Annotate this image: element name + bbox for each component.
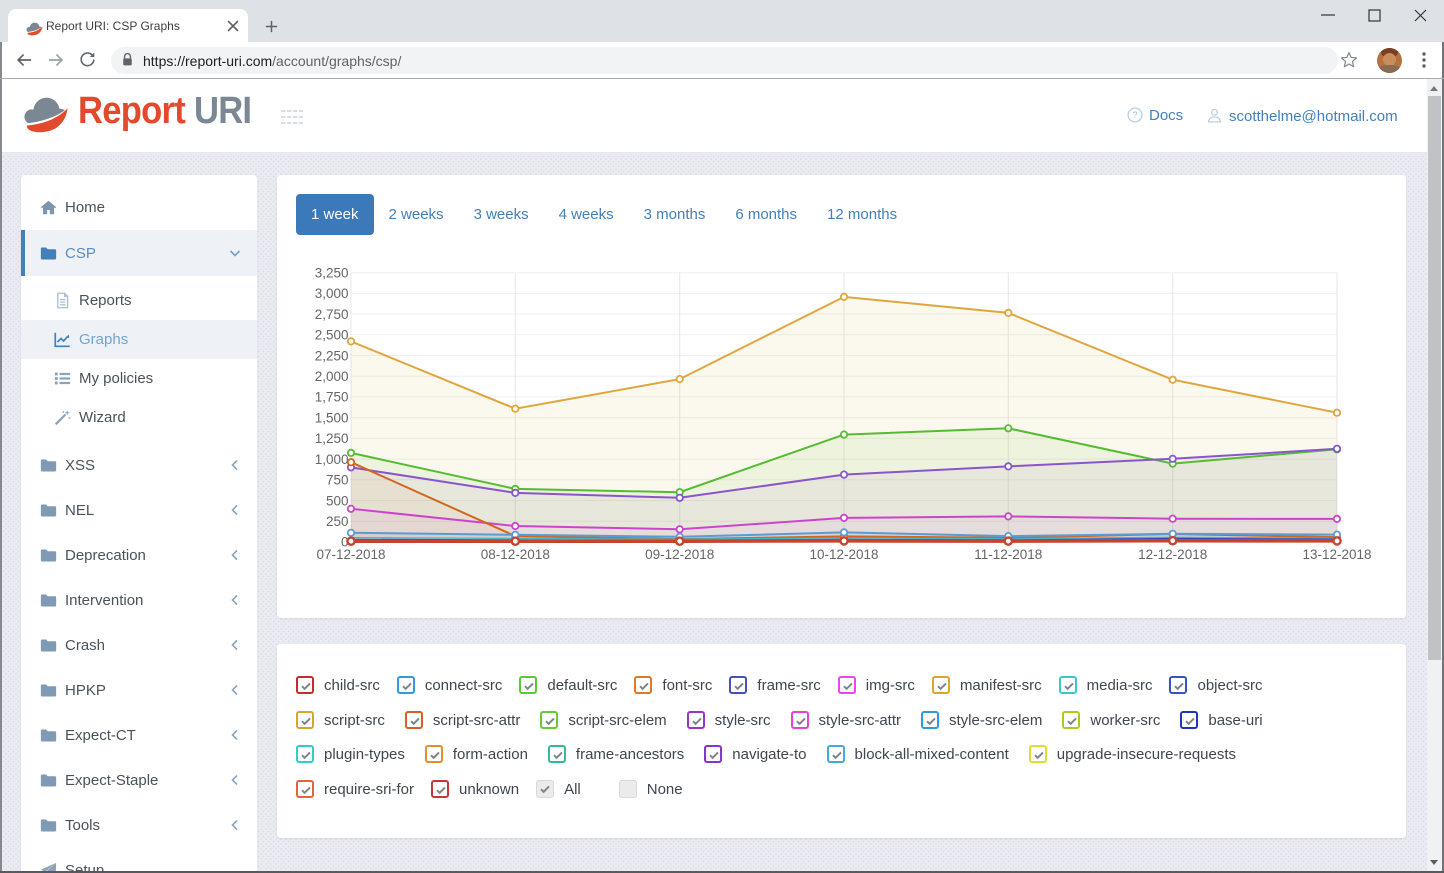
svg-text:07-12-2018: 07-12-2018 [316,547,385,562]
svg-text:3,250: 3,250 [315,266,349,281]
svg-text:2,250: 2,250 [315,348,349,363]
svg-text:3,000: 3,000 [315,286,349,301]
svg-text:12-12-2018: 12-12-2018 [1138,547,1207,562]
svg-text:10-12-2018: 10-12-2018 [809,547,878,562]
svg-text:1,250: 1,250 [315,431,349,446]
svg-text:08-12-2018: 08-12-2018 [481,547,550,562]
svg-text:250: 250 [326,514,349,529]
svg-text:09-12-2018: 09-12-2018 [645,547,714,562]
svg-text:750: 750 [326,473,349,488]
svg-text:11-12-2018: 11-12-2018 [974,547,1042,562]
svg-text:1,500: 1,500 [315,411,349,426]
svg-text:?: ? [1133,110,1138,120]
svg-text:13-12-2018: 13-12-2018 [1302,547,1371,562]
svg-text:2,000: 2,000 [315,369,349,384]
svg-text:2,500: 2,500 [315,328,349,343]
svg-text:1,000: 1,000 [315,452,349,467]
svg-text:1,750: 1,750 [315,390,349,405]
svg-text:2,750: 2,750 [315,307,349,322]
svg-text:500: 500 [326,493,349,508]
